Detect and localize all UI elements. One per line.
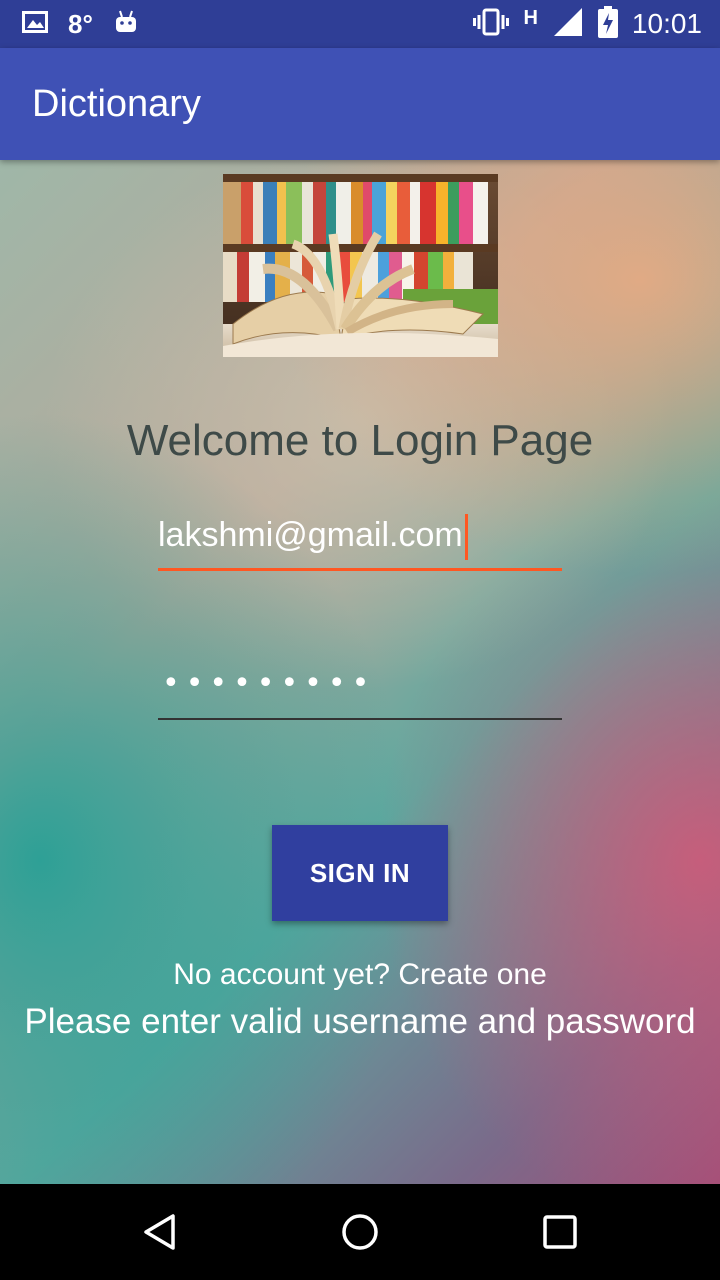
app-title: Dictionary: [32, 83, 201, 125]
clock-text: 10:01: [631, 8, 702, 39]
error-message: Please enter valid username and password: [24, 1002, 696, 1041]
temperature-text: 8°: [68, 8, 93, 39]
app-bar: Dictionary: [0, 48, 720, 160]
vibrate-icon: [473, 8, 510, 40]
email-field[interactable]: lakshmi@gmail.com: [158, 500, 562, 571]
image-notification-icon: [22, 11, 48, 37]
recents-icon[interactable]: [512, 1184, 608, 1280]
login-content: Welcome to Login Page lakshmi@gmail.com …: [0, 160, 720, 1184]
battery-charging-icon: [597, 6, 618, 42]
email-input-value[interactable]: lakshmi@gmail.com: [158, 514, 468, 560]
android-icon: [113, 9, 139, 39]
back-icon[interactable]: [112, 1184, 208, 1280]
text-cursor: [464, 514, 468, 560]
status-bar: 8° H 10:01: [0, 0, 720, 48]
signal-icon: [552, 6, 584, 42]
status-left-group: 8°: [22, 0, 139, 48]
navigation-bar: [0, 1184, 720, 1280]
welcome-title: Welcome to Login Page: [126, 416, 594, 465]
create-account-link[interactable]: No account yet? Create one: [0, 958, 720, 992]
sign-in-button[interactable]: SIGN IN: [272, 825, 448, 921]
password-field[interactable]: •••••••••: [158, 660, 562, 720]
home-icon[interactable]: [312, 1184, 408, 1280]
open-book-image: [223, 174, 498, 357]
password-input-value[interactable]: •••••••••: [162, 666, 375, 701]
status-right-group: H 10:01: [473, 0, 702, 48]
network-h-icon: H: [523, 6, 538, 29]
